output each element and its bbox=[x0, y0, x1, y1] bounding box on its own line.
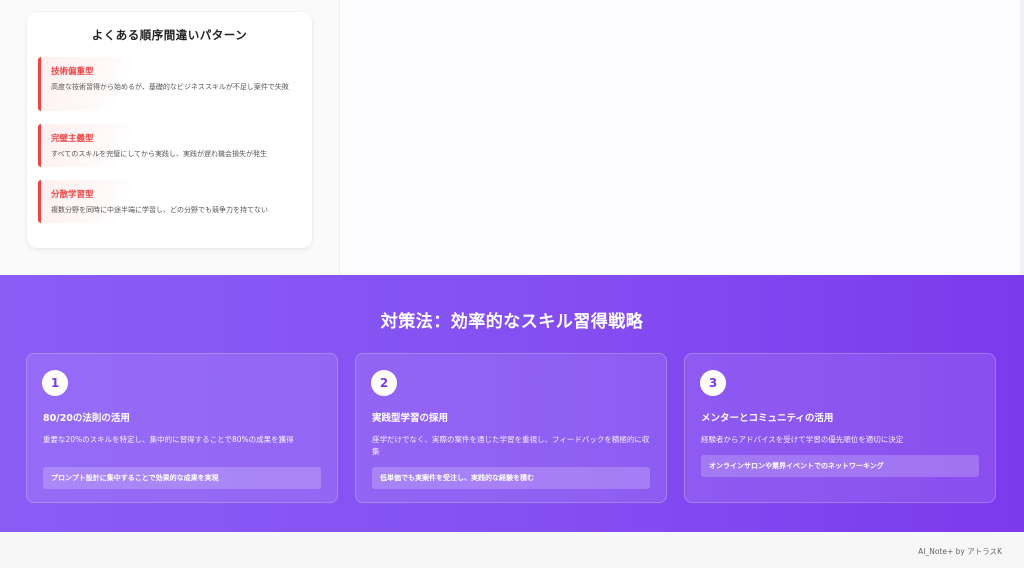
strategy-section: 対策法：効率的なスキル習得戦略 1 80/20の法則の活用 重要な20%のスキル… bbox=[0, 275, 1024, 532]
strategy-card-example: プロンプト設計に集中することで効果的な成果を実現 bbox=[43, 467, 321, 489]
strategy-card-title: 80/20の法則の活用 bbox=[43, 413, 130, 424]
strategy-card-example: 低単価でも実案件を受注し、実践的な経験を積む bbox=[372, 467, 650, 489]
pattern-title: 技術偏重型 bbox=[51, 67, 94, 77]
strategy-card-example: オンラインサロンや業界イベントでのネットワーキング bbox=[701, 455, 979, 477]
left-column: よくある順序間違いパターン 技術偏重型 高度な技術習得から始めるが、基礎的なビジ… bbox=[0, 0, 340, 275]
pattern-description: 高度な技術習得から始めるが、基礎的なビジネススキルが不足し案件で失敗 bbox=[51, 83, 289, 91]
step-number-badge: 3 bbox=[700, 370, 726, 396]
strategy-card: 2 実践型学習の採用 座学だけでなく、実際の案件を通じた学習を重視し、フィードバ… bbox=[355, 353, 667, 503]
mistake-pattern-item: 技術偏重型 高度な技術習得から始めるが、基礎的なビジネススキルが不足し案件で失敗 bbox=[38, 57, 300, 111]
footer: AI_Note+ by アトラスK bbox=[0, 532, 1024, 568]
strategy-card-title: メンターとコミュニティの活用 bbox=[701, 413, 834, 424]
mistake-pattern-item: 完璧主義型 すべてのスキルを完璧にしてから実践し、実践が遅れ機会損失が発生 bbox=[38, 124, 300, 167]
pattern-title: 完璧主義型 bbox=[51, 134, 94, 144]
strategy-card-title: 実践型学習の採用 bbox=[372, 413, 449, 424]
mistake-pattern-item: 分散学習型 複数分野を同時に中途半端に学習し、どの分野でも競争力を持てない bbox=[38, 180, 300, 223]
mistake-patterns-title: よくある順序間違いパターン bbox=[91, 28, 248, 42]
top-content-area: よくある順序間違いパターン 技術偏重型 高度な技術習得から始めるが、基礎的なビジ… bbox=[0, 0, 1024, 275]
strategy-card-description: 経験者からアドバイスを受けて学習の優先順位を適切に決定 bbox=[701, 435, 904, 444]
pattern-description: 複数分野を同時に中途半端に学習し、どの分野でも競争力を持てない bbox=[51, 206, 268, 214]
step-number-badge: 2 bbox=[371, 370, 397, 396]
pattern-description: すべてのスキルを完璧にしてから実践し、実践が遅れ機会損失が発生 bbox=[51, 150, 268, 158]
scrollbar[interactable] bbox=[1020, 0, 1024, 275]
pattern-title: 分散学習型 bbox=[51, 190, 94, 200]
mistake-patterns-card: よくある順序間違いパターン 技術偏重型 高度な技術習得から始めるが、基礎的なビジ… bbox=[27, 12, 312, 248]
step-number-badge: 1 bbox=[42, 370, 68, 396]
strategy-card: 3 メンターとコミュニティの活用 経験者からアドバイスを受けて学習の優先順位を適… bbox=[684, 353, 996, 503]
strategy-title: 対策法：効率的なスキル習得戦略 bbox=[380, 312, 644, 332]
footer-credit: AI_Note+ by アトラスK bbox=[918, 547, 1002, 556]
strategy-card-description: 座学だけでなく、実際の案件を通じた学習を重視し、フィードバックを積極的に収集 bbox=[372, 435, 650, 456]
right-column bbox=[340, 0, 1024, 275]
strategy-card: 1 80/20の法則の活用 重要な20%のスキルを特定し、集中的に習得することで… bbox=[26, 353, 338, 503]
strategy-card-description: 重要な20%のスキルを特定し、集中的に習得することで80%の成果を獲得 bbox=[43, 435, 294, 444]
